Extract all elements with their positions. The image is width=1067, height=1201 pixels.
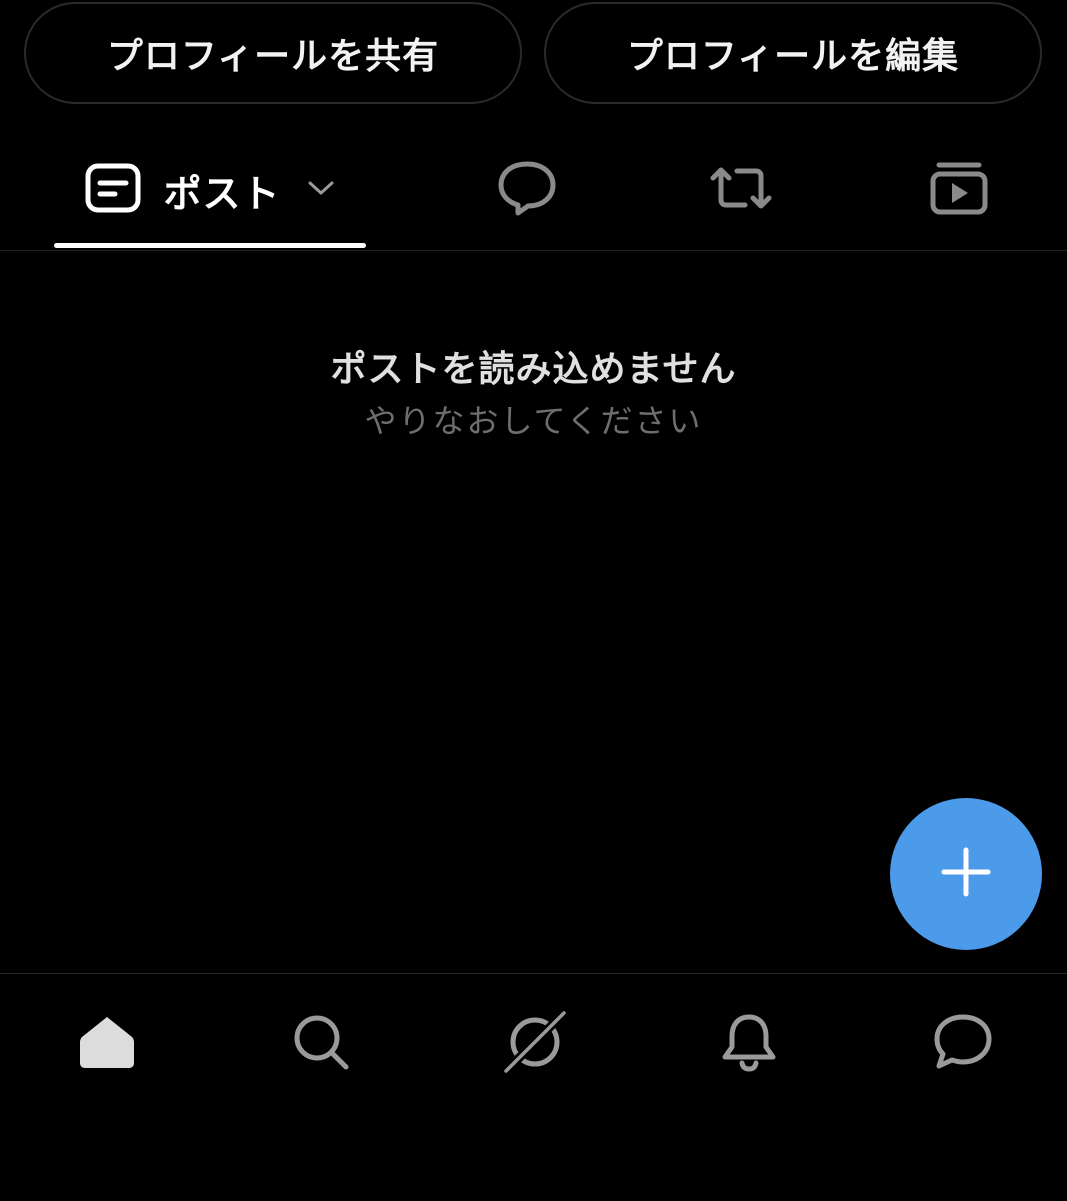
tab-replies[interactable] xyxy=(420,130,634,250)
nav-messages[interactable] xyxy=(903,1004,1023,1084)
reply-bubble-icon xyxy=(496,159,558,221)
post-document-icon xyxy=(85,163,141,217)
active-tab-indicator xyxy=(54,243,366,248)
search-icon xyxy=(291,1012,351,1076)
bottom-navigation xyxy=(0,973,1067,1201)
empty-state-title: ポストを読み込めません xyxy=(330,349,737,390)
tab-posts-label: ポスト xyxy=(163,171,281,216)
chat-bubble-icon xyxy=(931,1012,995,1076)
repost-icon xyxy=(707,162,775,218)
explore-icon xyxy=(500,1007,570,1081)
bell-icon xyxy=(719,1011,779,1077)
home-icon xyxy=(77,1013,137,1075)
nav-home[interactable] xyxy=(47,1004,167,1084)
edit-profile-label: プロフィールを編集 xyxy=(626,36,960,77)
share-profile-label: プロフィールを共有 xyxy=(106,36,440,77)
profile-tab-bar: ポスト xyxy=(0,130,1067,251)
media-video-icon xyxy=(929,160,989,220)
tab-posts[interactable]: ポスト xyxy=(54,130,366,250)
nav-search[interactable] xyxy=(261,1004,381,1084)
nav-explore[interactable] xyxy=(475,1004,595,1084)
empty-state: ポストを読み込めません やりなおしてください xyxy=(0,340,1067,442)
share-profile-button[interactable]: プロフィールを共有 xyxy=(24,2,522,104)
nav-notifications[interactable] xyxy=(689,1004,809,1084)
empty-state-subtitle: やりなおしてください xyxy=(364,402,703,440)
tab-reposts[interactable] xyxy=(634,130,848,250)
chevron-down-icon[interactable] xyxy=(307,179,335,201)
edit-profile-button[interactable]: プロフィールを編集 xyxy=(544,2,1042,104)
compose-fab-button[interactable] xyxy=(890,798,1042,950)
plus-icon xyxy=(941,847,991,901)
tab-media[interactable] xyxy=(852,130,1066,250)
